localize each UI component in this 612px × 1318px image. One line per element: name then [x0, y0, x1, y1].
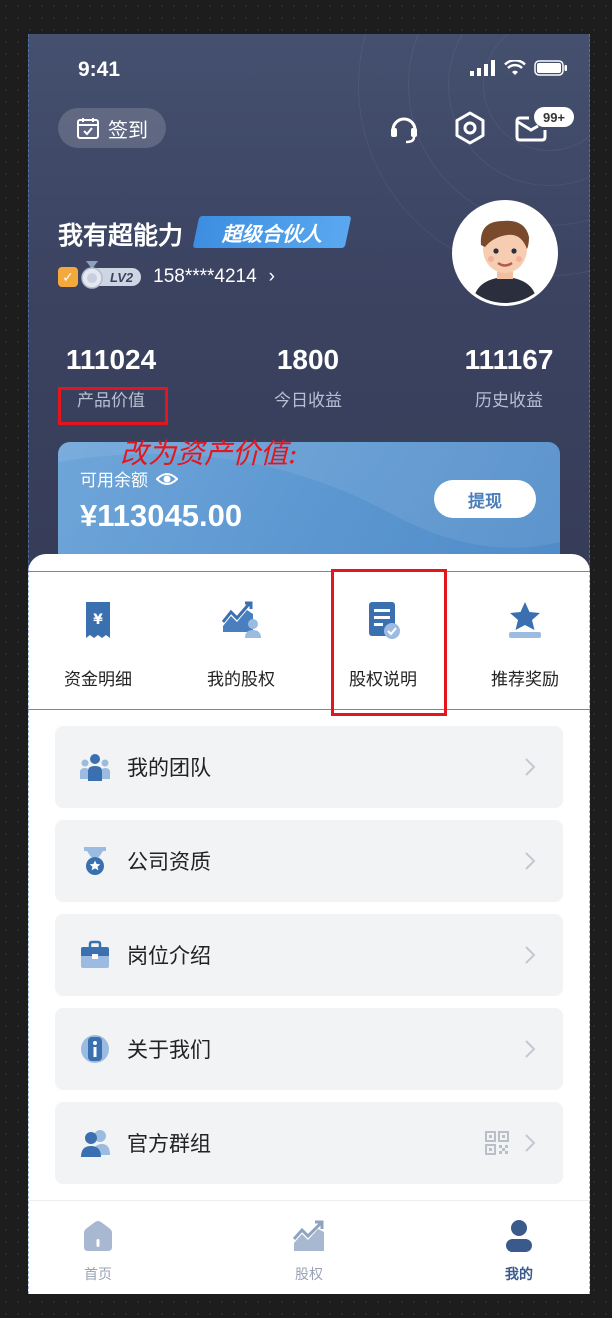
chevron-right-icon: [525, 946, 536, 964]
level-badge: LV2: [81, 261, 142, 289]
stat-label: 历史收益: [475, 391, 543, 410]
checkin-button[interactable]: 签到: [58, 108, 166, 148]
chevron-right-icon: ›: [268, 266, 275, 287]
settings-icon[interactable]: [452, 110, 488, 146]
menu-job-introduction[interactable]: 岗位介绍: [55, 914, 563, 996]
stat-today-income: 1800 今日收益: [253, 344, 363, 411]
chevron-right-icon: [525, 852, 536, 870]
menu-label: 公司资质: [127, 851, 211, 874]
tab-label: 股权: [295, 1266, 323, 1282]
quick-my-equity[interactable]: 我的股权: [181, 598, 301, 690]
menu-about-us[interactable]: 关于我们: [55, 1008, 563, 1090]
checkin-label: 签到: [108, 119, 148, 142]
briefcase-icon: [81, 940, 109, 968]
withdraw-button[interactable]: 提现: [434, 480, 536, 518]
team-icon: [80, 754, 110, 781]
quick-label: 我的股权: [207, 670, 275, 689]
status-time: 9:41: [78, 58, 121, 81]
phone-number: 158****4214: [153, 266, 257, 287]
menu-my-team[interactable]: 我的团队: [55, 726, 563, 808]
stat-label: 今日收益: [274, 391, 342, 410]
menu-company-qualification[interactable]: 公司资质: [55, 820, 563, 902]
menu-label: 我的团队: [127, 757, 211, 780]
menu-official-group[interactable]: 官方群组: [55, 1102, 563, 1184]
battery-icon: [534, 60, 567, 76]
home-icon: [84, 1221, 112, 1251]
menu-label: 官方群组: [127, 1133, 211, 1156]
checkbox-icon: ✓: [58, 267, 78, 287]
receipt-yen-icon: ¥: [86, 602, 110, 638]
menu-label: 岗位介绍: [127, 945, 211, 968]
svg-text:¥: ¥: [93, 612, 103, 628]
stat-value: 111167: [464, 344, 554, 375]
stat-value: 111024: [65, 344, 157, 375]
level-label: LV2: [110, 269, 134, 285]
info-icon: [81, 1035, 109, 1063]
cellular-signal-icon: [470, 60, 495, 76]
award-star-icon: [509, 602, 541, 638]
tab-label: 我的: [505, 1266, 533, 1282]
medal-icon: [81, 261, 103, 289]
annotation-box-product-value: [58, 387, 168, 425]
stat-history-income: 111167 历史收益: [454, 344, 564, 411]
eye-icon[interactable]: [156, 471, 178, 487]
message-badge: 99+: [534, 107, 574, 127]
chevron-right-icon: [525, 758, 536, 776]
customer-service-icon[interactable]: [386, 110, 422, 146]
annotation-box-equity-explanation: [331, 569, 447, 716]
quick-referral-reward[interactable]: 推荐奖励: [465, 598, 585, 690]
partner-badge-label: 超级合伙人: [222, 223, 322, 246]
tab-label: 首页: [84, 1266, 112, 1282]
wifi-icon: [504, 60, 526, 75]
artboard-guide-left: [28, 34, 29, 1294]
group-icon: [81, 1130, 110, 1157]
tab-equity[interactable]: 股权: [264, 1219, 354, 1284]
avatar-illustration: [455, 203, 555, 303]
artboard-guide-right: [589, 34, 590, 1294]
stat-value: 1800: [276, 344, 340, 375]
avatar[interactable]: [452, 200, 558, 306]
quick-fund-details[interactable]: ¥ 资金明细: [38, 598, 158, 690]
chevron-right-icon: [525, 1134, 536, 1152]
calendar-check-icon: [77, 118, 99, 139]
medal-icon: [84, 847, 106, 875]
status-icons: [470, 60, 568, 76]
username: 我有超能力: [58, 222, 184, 250]
profile-header: 9:41 签到 99+ 我有超能力 超级合伙人 ✓ LV2 158****421…: [28, 34, 590, 594]
account-row[interactable]: ✓ LV2 158****4214 ›: [58, 261, 275, 289]
quick-actions: ¥ 资金明细 我的股权 股权说明 推荐奖励: [28, 571, 590, 710]
equity-chart-icon: [221, 601, 261, 638]
chart-icon: [292, 1220, 324, 1251]
tab-home[interactable]: 首页: [53, 1219, 143, 1284]
phone-screen: 9:41 签到 99+ 我有超能力 超级合伙人 ✓ LV2 158****421…: [28, 34, 590, 1294]
quick-label: 资金明细: [64, 670, 132, 689]
quick-label: 推荐奖励: [491, 670, 559, 689]
balance-amount: ¥113045.00: [80, 498, 243, 533]
tab-bar: 首页 股权 我的: [28, 1200, 590, 1294]
chevron-right-icon: [525, 1040, 536, 1058]
profile-icon: [506, 1220, 532, 1252]
tab-mine[interactable]: 我的: [474, 1219, 564, 1284]
annotation-text: 改为资产价值:: [120, 437, 298, 470]
menu-label: 关于我们: [127, 1039, 211, 1062]
partner-badge: 超级合伙人: [192, 216, 352, 248]
qr-code-icon[interactable]: [485, 1131, 509, 1155]
